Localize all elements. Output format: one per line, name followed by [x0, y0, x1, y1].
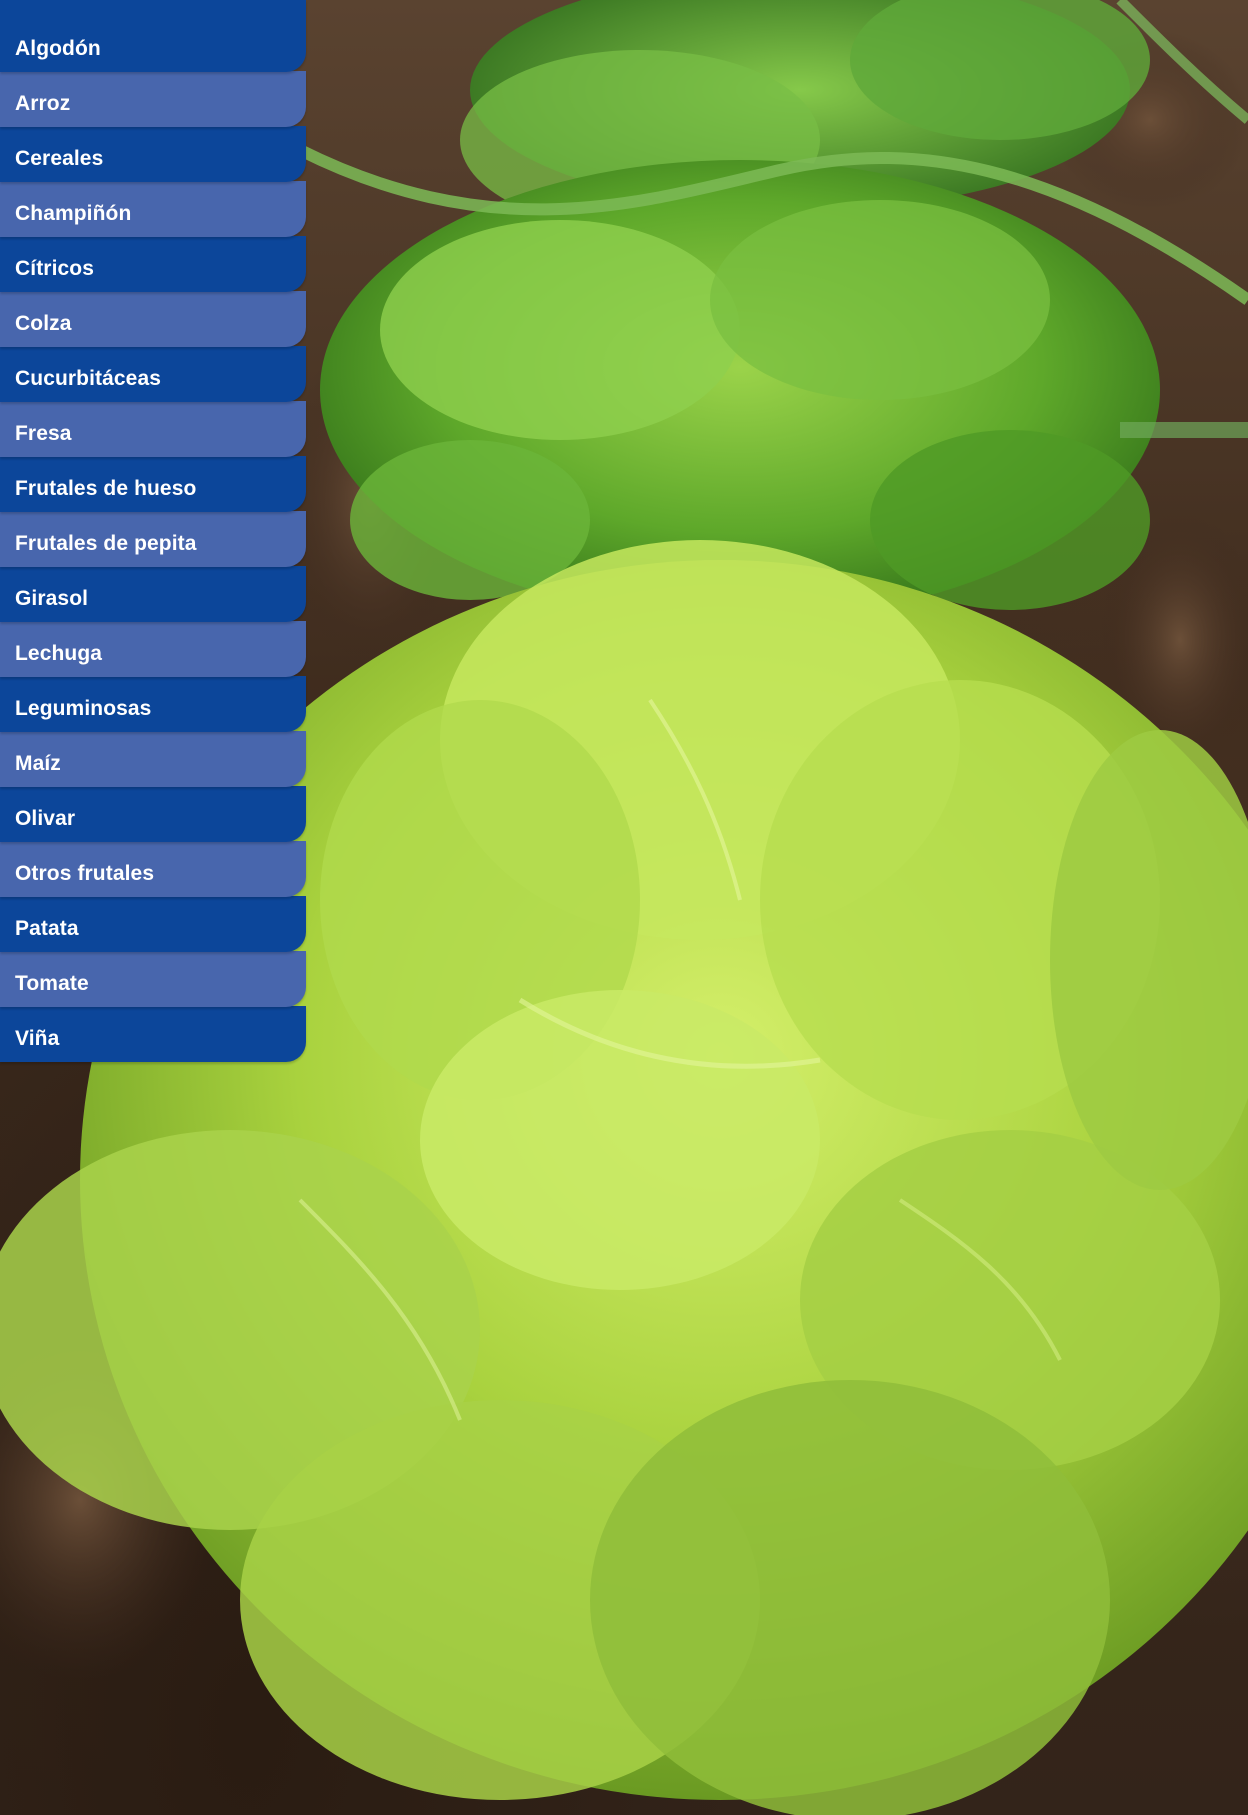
menu-item-label: Champiñón — [15, 202, 132, 225]
menu-item-label: Fresa — [15, 422, 72, 445]
menu-item-label: Girasol — [15, 587, 89, 610]
menu-item-maiz[interactable]: Maíz — [0, 731, 306, 787]
menu-item-fresa[interactable]: Fresa — [0, 401, 306, 457]
menu-item-girasol[interactable]: Girasol — [0, 566, 306, 622]
menu-item-frutales-de-pepita[interactable]: Frutales de pepita — [0, 511, 306, 567]
menu-item-olivar[interactable]: Olivar — [0, 786, 306, 842]
menu-item-frutales-de-hueso[interactable]: Frutales de hueso — [0, 456, 306, 512]
menu-item-tomate[interactable]: Tomate — [0, 951, 306, 1007]
menu-item-label: Patata — [15, 917, 79, 940]
menu-item-label: Lechuga — [15, 642, 103, 665]
menu-item-label: Colza — [15, 312, 72, 335]
menu-item-leguminosas[interactable]: Leguminosas — [0, 676, 306, 732]
menu-item-cucurbitaceas[interactable]: Cucurbitáceas — [0, 346, 306, 402]
menu-item-champinon[interactable]: Champiñón — [0, 181, 306, 237]
menu-item-vina[interactable]: Viña — [0, 1006, 306, 1062]
menu-item-cereales[interactable]: Cereales — [0, 126, 306, 182]
menu-item-label: Cereales — [15, 147, 104, 170]
menu-item-label: Otros frutales — [15, 862, 155, 885]
menu-item-label: Arroz — [15, 92, 71, 115]
menu-item-label: Maíz — [15, 752, 61, 775]
menu-item-label: Algodón — [15, 37, 101, 60]
menu-item-label: Leguminosas — [15, 697, 152, 720]
menu-item-colza[interactable]: Colza — [0, 291, 306, 347]
menu-item-label: Viña — [15, 1027, 60, 1050]
menu-item-label: Frutales de pepita — [15, 532, 197, 555]
menu-item-label: Frutales de hueso — [15, 477, 197, 500]
crop-menu: Algodón Arroz Cereales Champiñón Cítrico… — [0, 0, 306, 1062]
menu-item-label: Cítricos — [15, 257, 94, 280]
menu-item-label: Olivar — [15, 807, 76, 830]
menu-item-otros-frutales[interactable]: Otros frutales — [0, 841, 306, 897]
menu-item-arroz[interactable]: Arroz — [0, 71, 306, 127]
menu-item-citricos[interactable]: Cítricos — [0, 236, 306, 292]
menu-item-algodon[interactable]: Algodón — [0, 0, 306, 72]
menu-item-patata[interactable]: Patata — [0, 896, 306, 952]
menu-item-lechuga[interactable]: Lechuga — [0, 621, 306, 677]
menu-item-label: Cucurbitáceas — [15, 367, 162, 390]
menu-item-label: Tomate — [15, 972, 89, 995]
